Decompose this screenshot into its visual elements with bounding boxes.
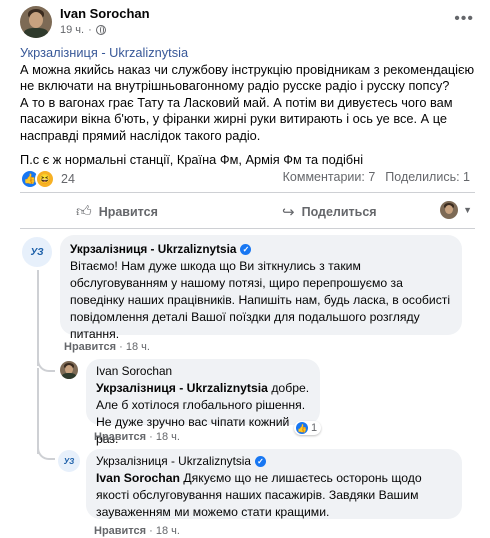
chevron-down-icon[interactable]: ▼ [463, 205, 472, 215]
reply-meta: Нравится · 18 ч. [94, 525, 180, 537]
thread-line [37, 368, 39, 454]
post-body: Укрзалізниця - Ukrzaliznytsia А можна як… [20, 45, 480, 169]
reply-time[interactable]: 18 ч. [156, 431, 180, 443]
logo-text: УЗ [63, 456, 75, 466]
reply-author[interactable]: Ivan Sorochan [96, 363, 310, 380]
reply-meta: Нравится · 18 ч. [94, 431, 180, 443]
reply-text-1: добре. [267, 381, 310, 395]
divider [20, 192, 475, 193]
globe-icon [95, 25, 106, 35]
comment-author-name[interactable]: Укрзалізниця - Ukrzaliznytsia [70, 241, 236, 258]
reply-mention[interactable]: Укрзалізниця - Ukrzaliznytsia [96, 381, 268, 395]
post-paragraph-2: А то в вагонах грає Тату та Ласковий май… [20, 94, 453, 143]
post-time-text[interactable]: 19 ч. [60, 24, 84, 36]
comments-count[interactable]: Комментарии: 7 [283, 170, 376, 184]
comment-bubble: Укрзалізниця - Ukrzaliznytsia ✓ Вітаємо!… [60, 235, 462, 341]
reply-like-link[interactable]: Нравится [94, 525, 146, 537]
comment-time[interactable]: 18 ч. [126, 341, 150, 353]
reply-bubble: Ivan Sorochan Укрзалізниця - Ukrzaliznyt… [86, 359, 320, 446]
reply-author-avatar[interactable] [60, 361, 78, 379]
logo-text: УЗ [30, 246, 44, 258]
thumbs-up-icon: 👍︎ [76, 203, 92, 220]
reply-author-name[interactable]: Укрзалізниця - Ukrzaliznytsia [96, 453, 251, 470]
author-avatar[interactable] [20, 6, 52, 38]
verified-badge-icon: ✓ [240, 244, 252, 255]
like-reaction-icon: 👍 [296, 422, 308, 434]
reply-author-name[interactable]: Ivan Sorochan [96, 363, 172, 380]
thread-connector [37, 356, 55, 372]
ukrzaliznytsia-logo[interactable]: УЗ [58, 450, 80, 472]
comment-author[interactable]: Укрзалізниця - Ukrzaliznytsia ✓ [70, 241, 452, 258]
share-button[interactable]: ↪ Поделиться [282, 203, 377, 221]
post-actions-bar: 👍︎ Нравится ↪ Поделиться [20, 198, 475, 226]
reply-bubble: Укрзалізниця - Ukrzaliznytsia ✓ Ivan Sor… [86, 449, 462, 519]
shares-count[interactable]: Поделились: 1 [385, 170, 470, 184]
reply-text-line-1: Укрзалізниця - Ukrzaliznytsia добре. [96, 380, 310, 397]
post-timestamp[interactable]: 19 ч. · [60, 24, 106, 36]
comment-like-link[interactable]: Нравится [64, 341, 116, 353]
more-options-icon[interactable]: ••• [454, 10, 474, 28]
reply-mention[interactable]: Ivan Sorochan [96, 471, 180, 485]
share-button-label: Поделиться [301, 205, 377, 219]
ukrzaliznytsia-logo[interactable]: УЗ [22, 237, 52, 267]
current-user-avatar[interactable] [440, 201, 458, 219]
comment-meta: Нравится · 18 ч. [64, 341, 150, 353]
thread-connector [37, 444, 55, 460]
reply-reaction-count: 1 [311, 422, 318, 434]
reaction-count[interactable]: 24 [61, 172, 75, 186]
post-mention-link[interactable]: Укрзалізниця - Ukrzaliznytsia [20, 45, 188, 60]
reply-time[interactable]: 18 ч. [156, 525, 180, 537]
post-paragraph-1: А можна якийсь наказ чи службову інструк… [20, 61, 475, 94]
verified-badge-icon: ✓ [254, 456, 266, 467]
like-button[interactable]: 👍︎ Нравится [76, 203, 158, 221]
post-author-name[interactable]: Ivan Sorochan [60, 6, 150, 21]
facebook-post: Ivan Sorochan 19 ч. · ••• Укрзалізниця -… [0, 0, 490, 538]
reaction-summary[interactable]: 👍 😆 24 [20, 169, 75, 189]
divider [20, 228, 475, 229]
thread-line [37, 270, 39, 366]
reply-author[interactable]: Укрзалізниця - Ukrzaliznytsia ✓ [96, 453, 452, 470]
comment-text: Вітаємо! Нам дуже шкода що Ви зіткнулись… [70, 259, 451, 341]
share-arrow-icon: ↪ [282, 204, 295, 221]
reply-like-link[interactable]: Нравится [94, 431, 146, 443]
like-button-label: Нравится [98, 205, 158, 219]
reply-text: Ivan Sorochan Дякуємо що не лишаєтесь ос… [96, 470, 452, 521]
post-paragraph-3: П.с є ж нормальні станції, Країна Фм, Ар… [20, 152, 364, 167]
reply-text-line-2: Але б хотілося глобального рішення. [96, 398, 306, 412]
haha-reaction-icon: 😆 [35, 169, 55, 189]
reply-reaction-summary[interactable]: 👍 1 [294, 421, 322, 435]
engagement-counts: Комментарии: 7 Поделились: 1 [283, 170, 470, 184]
